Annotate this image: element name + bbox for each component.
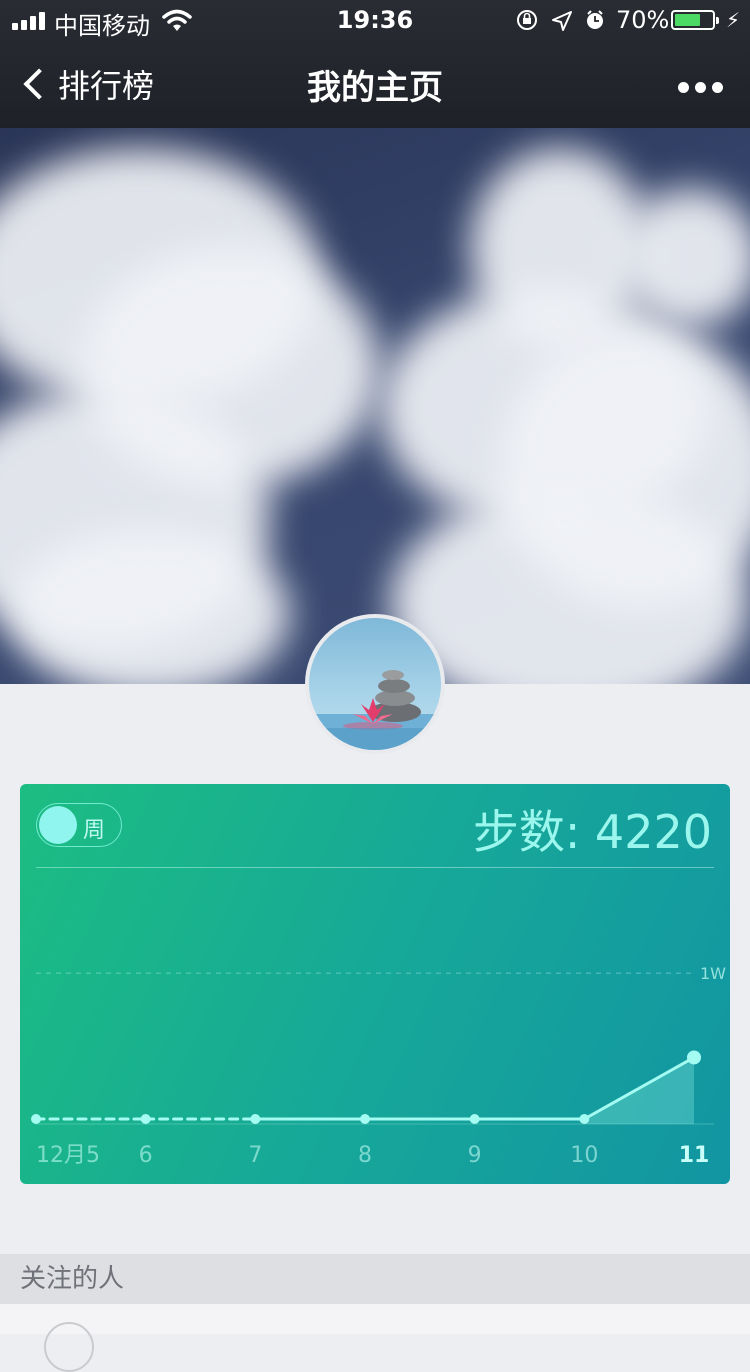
avatar-image	[309, 670, 441, 750]
battery-fill	[675, 14, 701, 26]
data-point	[687, 1050, 701, 1065]
battery-percentage: 70%	[616, 6, 670, 34]
x-tick-label: 9	[468, 1143, 482, 1168]
cover-image[interactable]	[0, 128, 750, 684]
x-tick-label: 11	[679, 1143, 710, 1168]
x-tick-label: 8	[358, 1143, 372, 1168]
location-icon	[552, 11, 572, 31]
battery-icon	[671, 10, 719, 30]
follow-avatar[interactable]	[44, 1322, 94, 1372]
data-point	[250, 1114, 261, 1124]
following-list	[0, 1304, 750, 1372]
x-tick-label: 12月5	[36, 1143, 100, 1168]
orientation-lock-icon	[517, 10, 537, 30]
user-avatar[interactable]	[305, 614, 445, 754]
charging-icon: ⚡	[726, 8, 741, 32]
x-tick-label: 10	[570, 1143, 598, 1168]
alarm-icon	[587, 10, 603, 29]
data-point	[579, 1114, 590, 1124]
status-icons	[517, 10, 603, 31]
data-point	[31, 1114, 41, 1124]
steps-card: 周 步数: 4220 1W 12月5 6 7 8 9 10 11	[20, 784, 730, 1184]
data-point	[140, 1114, 151, 1124]
data-point	[469, 1114, 480, 1124]
following-section-header: 关注的人	[0, 1254, 750, 1304]
more-options-icon[interactable]	[676, 80, 724, 94]
status-bar: 中国移动 19:36 70% ⚡	[0, 0, 750, 40]
steps-chart: 1W 12月5 6 7 8 9 10 11	[31, 964, 726, 1168]
data-point	[360, 1114, 370, 1124]
x-tick-label: 6	[139, 1143, 153, 1168]
top-bar: 中国移动 19:36 70% ⚡ 排行榜 我的主页	[0, 0, 750, 128]
reference-label: 1W	[700, 964, 726, 983]
x-tick-label: 7	[248, 1143, 262, 1168]
page-title: 我的主页	[307, 68, 443, 108]
